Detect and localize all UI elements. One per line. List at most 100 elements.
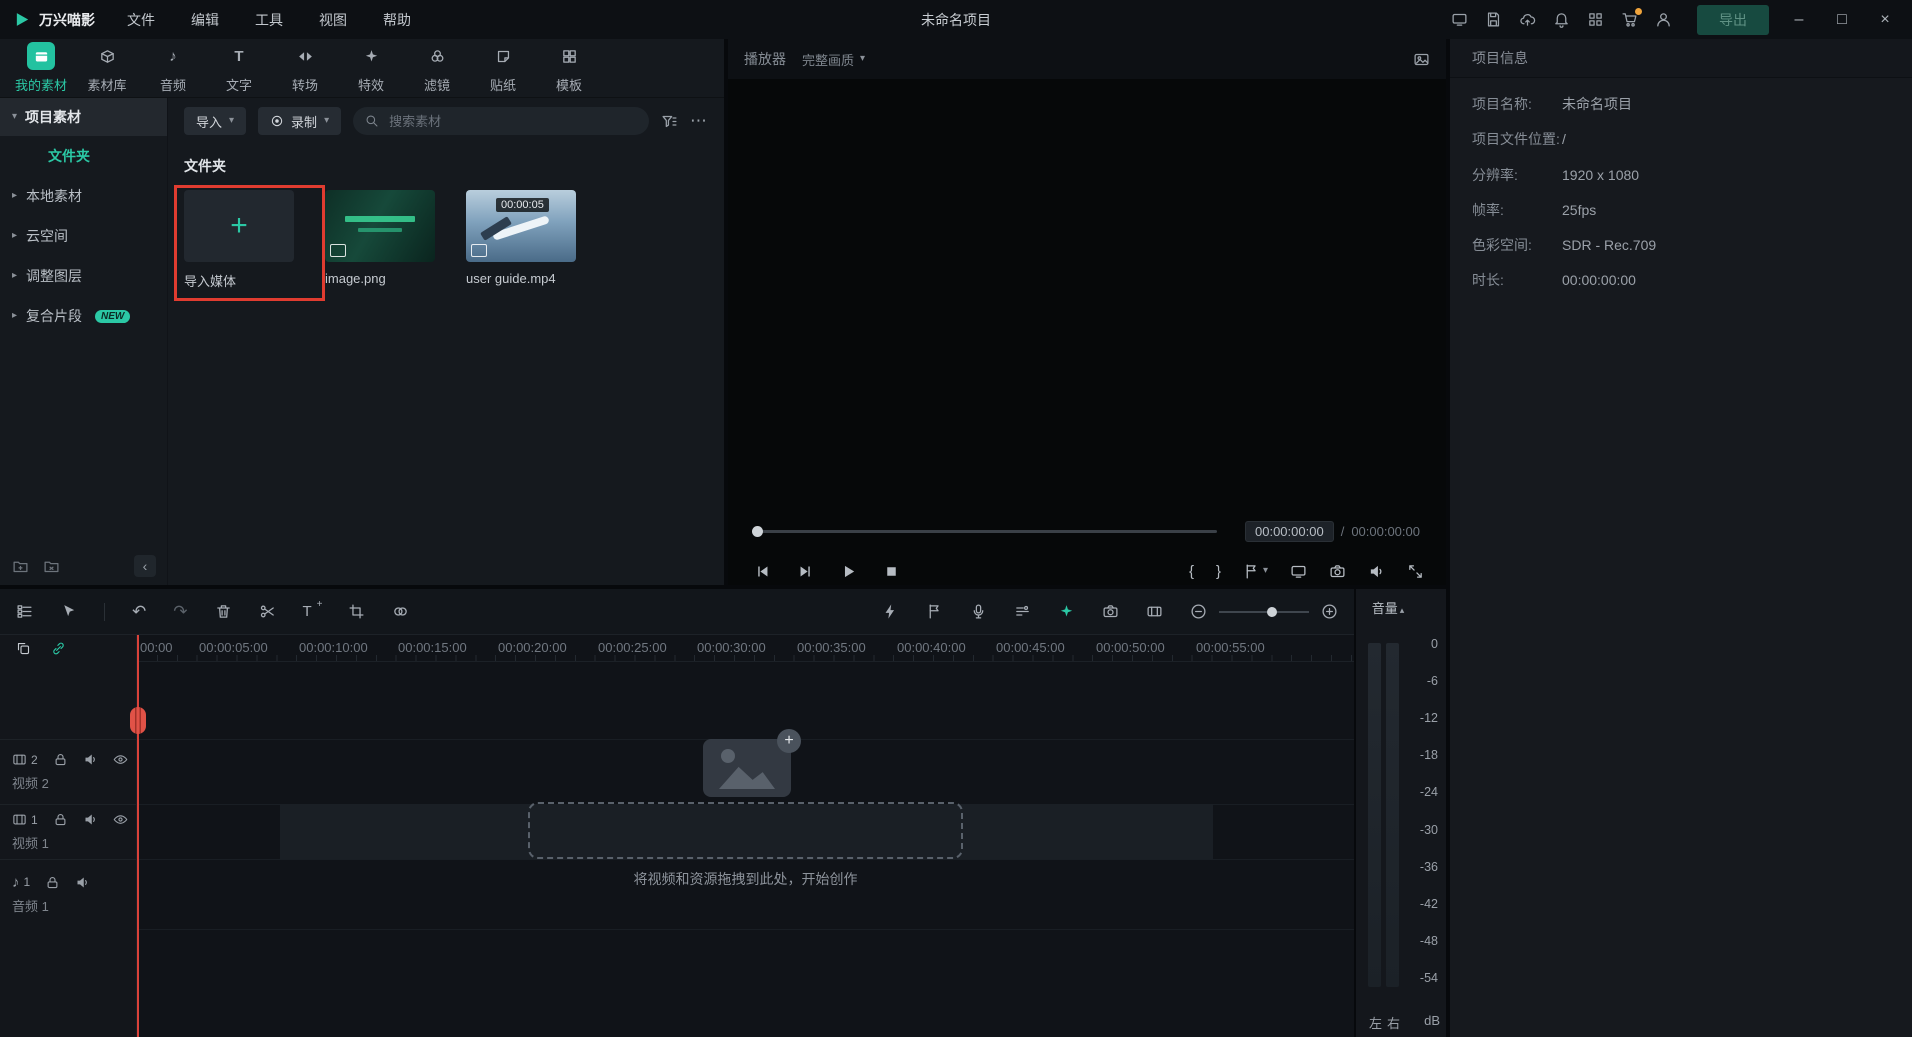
apps-grid-icon[interactable] bbox=[1587, 11, 1604, 28]
tab-filters[interactable]: 滤镜 bbox=[406, 42, 468, 94]
menu-tools[interactable]: 工具 bbox=[255, 10, 283, 30]
visibility-eye-icon[interactable] bbox=[113, 812, 128, 827]
menu-help[interactable]: 帮助 bbox=[383, 10, 411, 30]
tab-my-media[interactable]: 我的素材 bbox=[10, 42, 72, 94]
fullscreen-icon[interactable] bbox=[1407, 563, 1424, 580]
lock-icon[interactable] bbox=[53, 812, 68, 827]
tab-text[interactable]: T 文字 bbox=[208, 42, 270, 94]
save-icon[interactable] bbox=[1485, 11, 1502, 28]
stop-icon[interactable] bbox=[883, 563, 900, 580]
upload-cloud-icon[interactable] bbox=[1519, 11, 1536, 28]
mark-out-icon[interactable]: } bbox=[1216, 563, 1221, 580]
track-manager-icon[interactable] bbox=[16, 603, 33, 620]
media-item-video[interactable]: 00:00:05 user guide.mp4 bbox=[466, 190, 576, 290]
visibility-eye-icon[interactable] bbox=[113, 752, 128, 767]
sidebar-item-project-media[interactable]: ▾ 项目素材 bbox=[0, 98, 167, 136]
add-text-icon[interactable]: T+ bbox=[303, 603, 321, 620]
tab-effects[interactable]: 特效 bbox=[340, 42, 402, 94]
link-icon[interactable] bbox=[51, 641, 66, 656]
timeline-zoom-slider[interactable] bbox=[1219, 605, 1309, 619]
timeline-lanes[interactable]: + 将视频和资源拖拽到此处，开始创作 bbox=[137, 661, 1354, 1037]
sidebar-item-cloud[interactable]: ▸ 云空间 bbox=[0, 216, 167, 256]
speaker-icon[interactable] bbox=[1368, 563, 1385, 580]
render-preview-icon[interactable] bbox=[882, 603, 899, 620]
tab-stickers[interactable]: 贴纸 bbox=[472, 42, 534, 94]
tab-templates[interactable]: 模板 bbox=[538, 42, 600, 94]
mute-speaker-icon[interactable] bbox=[83, 752, 98, 767]
tab-stock-library[interactable]: 素材库 bbox=[76, 42, 138, 94]
mute-speaker-icon[interactable] bbox=[75, 875, 90, 890]
seek-knob[interactable] bbox=[752, 526, 763, 537]
import-button[interactable]: 导入 ▾ bbox=[184, 107, 246, 135]
play-icon[interactable] bbox=[840, 563, 857, 580]
marker-dropdown[interactable]: ▾ bbox=[1243, 563, 1268, 580]
snapshot-camera-icon[interactable] bbox=[1102, 603, 1119, 620]
mark-in-icon[interactable]: { bbox=[1189, 563, 1194, 580]
beat-detection-icon[interactable] bbox=[1014, 603, 1031, 620]
lock-icon[interactable] bbox=[45, 875, 60, 890]
display-mode-icon[interactable] bbox=[1451, 11, 1468, 28]
marker-icon[interactable] bbox=[926, 603, 943, 620]
freeze-frame-icon[interactable] bbox=[1146, 603, 1163, 620]
crop-icon[interactable] bbox=[348, 603, 365, 620]
sidebar-item-local-media[interactable]: ▸ 本地素材 bbox=[0, 176, 167, 216]
import-media-tile[interactable]: + 导入媒体 bbox=[184, 190, 294, 290]
track-header-video-1[interactable]: 1 视频 1 bbox=[0, 804, 136, 859]
sidebar-item-compound-clip[interactable]: ▸ 复合片段 NEW bbox=[0, 296, 167, 336]
voiceover-icon[interactable] bbox=[970, 603, 987, 620]
menu-edit[interactable]: 编辑 bbox=[191, 10, 219, 30]
select-tool-icon[interactable] bbox=[60, 603, 77, 620]
filter-sort-icon[interactable] bbox=[661, 113, 678, 130]
sidebar-item-folder[interactable]: 文件夹 bbox=[0, 136, 167, 176]
timeline-ruler[interactable]: 00:00 00:00:05:00 00:00:10:00 00:00:15:0… bbox=[137, 635, 1354, 662]
duplicate-icon[interactable] bbox=[16, 641, 31, 656]
menu-view[interactable]: 视图 bbox=[319, 10, 347, 30]
image-thumbnail[interactable] bbox=[325, 190, 435, 262]
undo-icon[interactable]: ↶ bbox=[132, 603, 146, 620]
menu-file[interactable]: 文件 bbox=[127, 10, 155, 30]
zoom-in-icon[interactable] bbox=[1321, 603, 1338, 620]
preview-image-icon[interactable] bbox=[1413, 51, 1430, 68]
new-folder-icon[interactable] bbox=[12, 558, 29, 575]
step-forward-icon[interactable] bbox=[797, 563, 814, 580]
zoom-slider-knob[interactable] bbox=[1267, 607, 1277, 617]
track-header-video-2[interactable]: 2 视频 2 bbox=[0, 739, 136, 804]
second-screen-icon[interactable] bbox=[1290, 563, 1307, 580]
split-scissors-icon[interactable] bbox=[259, 603, 276, 620]
lock-icon[interactable] bbox=[53, 752, 68, 767]
volume-meter-header[interactable]: 音量▴ bbox=[1356, 598, 1420, 617]
track-header-audio-1[interactable]: ♪1 音频 1 bbox=[0, 859, 136, 929]
redo-icon[interactable]: ↷ bbox=[173, 603, 187, 620]
tab-audio[interactable]: ♪ 音频 bbox=[142, 42, 204, 94]
quality-dropdown[interactable]: 完整画质 ▾ bbox=[802, 50, 865, 69]
delete-icon[interactable] bbox=[215, 603, 232, 620]
seek-bar[interactable] bbox=[754, 530, 1217, 533]
collapse-sidebar-button[interactable]: ‹ bbox=[134, 555, 156, 577]
zoom-out-icon[interactable] bbox=[1190, 603, 1207, 620]
delete-folder-icon[interactable] bbox=[43, 558, 60, 575]
cart-icon[interactable] bbox=[1621, 11, 1638, 28]
media-item-image[interactable]: image.png bbox=[325, 190, 435, 290]
close-button[interactable]: × bbox=[1872, 11, 1898, 29]
notification-icon[interactable] bbox=[1553, 11, 1570, 28]
playhead-handle[interactable] bbox=[130, 707, 146, 734]
maximize-button[interactable]: □ bbox=[1829, 11, 1855, 29]
account-icon[interactable] bbox=[1655, 11, 1672, 28]
search-input[interactable] bbox=[387, 113, 637, 130]
export-button[interactable]: 导出 bbox=[1697, 5, 1769, 35]
playhead-line[interactable] bbox=[137, 635, 139, 1037]
import-media-thumb[interactable]: + bbox=[184, 190, 294, 262]
color-match-icon[interactable] bbox=[392, 603, 409, 620]
minimize-button[interactable]: – bbox=[1786, 11, 1812, 29]
tab-transitions[interactable]: 转场 bbox=[274, 42, 336, 94]
search-box[interactable] bbox=[353, 107, 649, 135]
timeline-drop-zone[interactable] bbox=[528, 802, 963, 859]
sidebar-item-adjustment-layer[interactable]: ▸ 调整图层 bbox=[0, 256, 167, 296]
smart-cut-icon[interactable] bbox=[1058, 603, 1075, 620]
more-options-icon[interactable]: ⋯ bbox=[690, 111, 708, 131]
step-back-icon[interactable] bbox=[754, 563, 771, 580]
record-button[interactable]: 录制 ▾ bbox=[258, 107, 341, 135]
mute-speaker-icon[interactable] bbox=[83, 812, 98, 827]
snapshot-icon[interactable] bbox=[1329, 563, 1346, 580]
video-thumbnail[interactable]: 00:00:05 bbox=[466, 190, 576, 262]
